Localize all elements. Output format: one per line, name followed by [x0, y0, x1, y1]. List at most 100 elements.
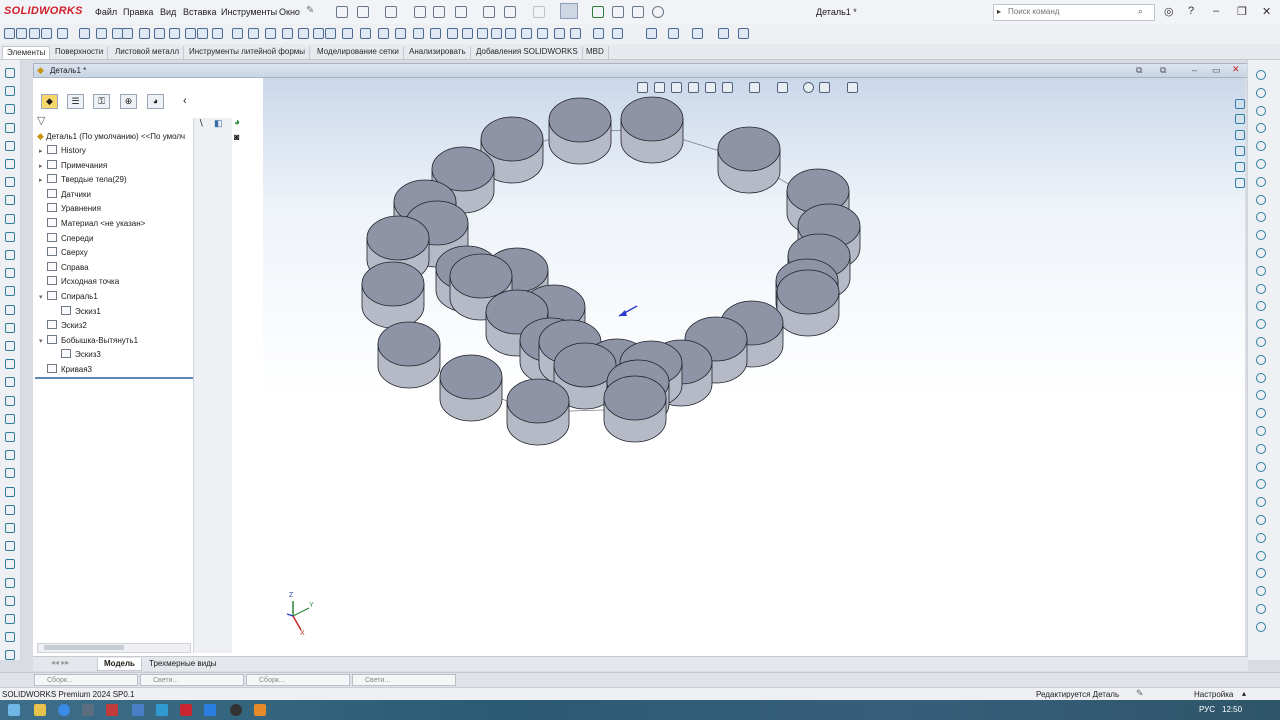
- doc-close-button[interactable]: ✕: [1232, 64, 1240, 75]
- expand-caret-icon[interactable]: ▸: [39, 160, 47, 174]
- tab-addins[interactable]: Добавления SOLIDWORKS: [472, 46, 583, 59]
- right-tool-icon[interactable]: [1256, 604, 1266, 614]
- rollback-bar[interactable]: [35, 377, 193, 379]
- tree-horizontal-scrollbar[interactable]: [37, 643, 191, 653]
- task-pane-icon[interactable]: [1235, 146, 1245, 156]
- expand-caret-icon[interactable]: ▸: [39, 145, 47, 159]
- sketch-tool-icon[interactable]: [5, 468, 15, 479]
- display-manager-tab-icon[interactable]: ◕: [147, 94, 164, 109]
- toolbar-tool-icon[interactable]: [491, 28, 502, 39]
- right-tool-icon[interactable]: [1256, 105, 1266, 116]
- tree-item[interactable]: ▸ History: [39, 144, 86, 158]
- zoom-icon[interactable]: [483, 6, 495, 18]
- show-hide-icon[interactable]: ∖: [198, 118, 204, 129]
- doc-cascade-icon[interactable]: ⧉: [1160, 65, 1166, 76]
- collapse-panel-icon[interactable]: ‹: [183, 95, 187, 107]
- toolbar-tool-icon[interactable]: [668, 28, 679, 39]
- toolbar-tool-icon[interactable]: [537, 28, 548, 39]
- right-tool-icon[interactable]: [1256, 354, 1266, 365]
- toolbar-tool-icon[interactable]: [646, 28, 657, 39]
- search-input[interactable]: [1008, 7, 1128, 16]
- tab-mesh-modeling[interactable]: Моделирование сетки: [313, 46, 404, 59]
- sketch-tool-icon[interactable]: [5, 286, 15, 297]
- cylinder-body[interactable]: [603, 375, 667, 443]
- display-state-icon[interactable]: ◧: [214, 118, 223, 129]
- toolbar-tool-icon[interactable]: [29, 28, 40, 39]
- right-tool-icon[interactable]: [1256, 426, 1266, 436]
- sketch-tool-icon[interactable]: [5, 322, 15, 333]
- right-tool-icon[interactable]: [1256, 265, 1266, 276]
- right-tool-icon[interactable]: [1256, 337, 1266, 347]
- tab-sheet-metal[interactable]: Листовой металл: [111, 46, 185, 59]
- rebuild-status-icon[interactable]: ✎: [1136, 688, 1144, 699]
- task-pane-icon[interactable]: [1235, 114, 1245, 124]
- tree-item[interactable]: Спереди: [39, 232, 93, 246]
- doc-tile-icon[interactable]: ⧉: [1136, 65, 1142, 76]
- tree-item[interactable]: ▾ Спираль1: [39, 290, 98, 304]
- toolbar-tool-icon[interactable]: [477, 28, 488, 39]
- toolbar-tool-icon[interactable]: [360, 28, 371, 39]
- toolbar-tool-icon[interactable]: [313, 28, 324, 39]
- minimized-doc-4[interactable]: Свети...: [352, 674, 456, 686]
- sketch-tool-icon[interactable]: [5, 486, 15, 497]
- right-tool-icon[interactable]: [1256, 621, 1266, 632]
- sketch-tool-icon[interactable]: [5, 140, 15, 151]
- minimized-doc-1[interactable]: Сборк...: [34, 674, 138, 686]
- property-manager-tab-icon[interactable]: ☰: [67, 94, 84, 109]
- toolbar-tool-icon[interactable]: [430, 28, 441, 39]
- toolbar-tool-icon[interactable]: [718, 28, 729, 39]
- undo-icon[interactable]: [504, 6, 516, 18]
- task-pane-icon[interactable]: [1235, 130, 1245, 140]
- sketch-tool-icon[interactable]: [5, 104, 15, 115]
- clock[interactable]: 12:50: [1222, 705, 1242, 714]
- right-tool-icon[interactable]: [1256, 550, 1266, 561]
- close-button[interactable]: ✕: [1262, 5, 1271, 18]
- tab-mbd[interactable]: MBD: [582, 46, 609, 59]
- sketch-tool-icon[interactable]: [5, 213, 15, 224]
- tree-item[interactable]: Кривая3: [39, 363, 92, 377]
- toolbar-tool-icon[interactable]: [185, 28, 196, 39]
- toolbar-tool-icon[interactable]: [413, 28, 424, 39]
- cylinder-body[interactable]: [717, 126, 781, 194]
- sketch-tool-icon[interactable]: [5, 304, 15, 315]
- start-button-icon[interactable]: [8, 704, 20, 716]
- sketch-tool-icon[interactable]: [5, 413, 15, 424]
- sketch-tool-icon[interactable]: [5, 377, 15, 388]
- tab-3d-views[interactable]: Трехмерные виды: [143, 658, 223, 670]
- cylinder-body[interactable]: [377, 321, 441, 389]
- sketch-tool-icon[interactable]: [5, 504, 15, 515]
- task-pane-icon[interactable]: [1235, 178, 1245, 188]
- toolbar-tool-icon[interactable]: [4, 28, 15, 39]
- sketch-tool-icon[interactable]: [5, 359, 15, 370]
- task-pane-icon[interactable]: [1235, 162, 1245, 172]
- sketch-tool-icon[interactable]: [5, 632, 15, 643]
- toolbar-tool-icon[interactable]: [139, 28, 150, 39]
- language-indicator[interactable]: РУС: [1199, 705, 1215, 714]
- sketch-tool-icon[interactable]: [5, 68, 15, 78]
- right-tool-icon[interactable]: [1256, 176, 1266, 187]
- menu-edit[interactable]: Правка: [123, 7, 153, 17]
- settings-text[interactable]: Настройка: [1194, 690, 1233, 699]
- sketch-tool-icon[interactable]: [5, 432, 15, 442]
- sketch-tool-icon[interactable]: [5, 450, 15, 461]
- app-icon-9[interactable]: [230, 704, 242, 716]
- units-dropdown-icon[interactable]: ▴: [1242, 689, 1246, 698]
- right-tool-icon[interactable]: [1256, 461, 1266, 472]
- tree-item[interactable]: Эскиз2: [39, 319, 87, 333]
- right-tool-icon[interactable]: [1256, 159, 1266, 169]
- toolbar-tool-icon[interactable]: [122, 28, 133, 39]
- right-tool-icon[interactable]: [1256, 372, 1266, 383]
- model-view[interactable]: [263, 78, 1245, 658]
- solidworks-taskbar-icon[interactable]: [180, 704, 192, 716]
- sketch-tool-icon[interactable]: [5, 650, 15, 661]
- tree-item[interactable]: Сверху: [39, 246, 88, 260]
- sketch-tool-icon[interactable]: [5, 523, 15, 533]
- toolbar-tool-icon[interactable]: [212, 28, 223, 39]
- toolbar-tool-icon[interactable]: [378, 28, 389, 39]
- toolbar-tool-icon[interactable]: [197, 28, 208, 39]
- scene-icon[interactable]: ◙: [234, 132, 239, 142]
- tree-item[interactable]: Эскиз1: [53, 305, 101, 319]
- tree-item[interactable]: ▸ Твердые тела(29): [39, 173, 127, 187]
- sketch-tool-icon[interactable]: [5, 395, 15, 406]
- tree-root[interactable]: ◆ Деталь1 (По умолчанию) <<По умолч: [37, 129, 185, 143]
